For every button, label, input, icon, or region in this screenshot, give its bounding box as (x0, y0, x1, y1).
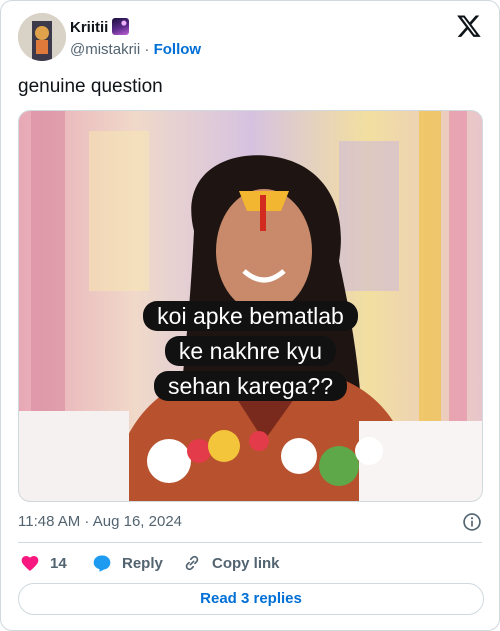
reply-label: Reply (122, 554, 163, 572)
action-bar: 14 Reply Copy link (18, 551, 484, 575)
handle[interactable]: @mistakrii (70, 41, 140, 58)
meme-caption-line: sehan karega?? (154, 371, 347, 401)
link-icon (185, 555, 199, 571)
avatar[interactable] (18, 13, 66, 61)
meme-caption-line: koi apke bematlab (143, 301, 358, 331)
tweet-card: Kriitii @mistakrii · Follow genuine ques… (0, 0, 500, 631)
tweet-header: Kriitii @mistakrii · Follow (18, 13, 482, 61)
display-name-text: Kriitii (70, 19, 109, 36)
x-logo-icon[interactable] (456, 13, 482, 39)
like-button[interactable]: 14 (20, 551, 67, 575)
display-name[interactable]: Kriitii (70, 18, 130, 37)
reply-bubble-icon (93, 555, 111, 572)
copy-link-label: Copy link (212, 554, 280, 572)
timestamp[interactable]: 11:48 AM · Aug 16, 2024 (18, 513, 182, 530)
read-replies-button[interactable]: Read 3 replies (18, 583, 484, 615)
heart-icon (21, 556, 39, 571)
copy-link-button[interactable]: Copy link (182, 551, 280, 575)
handle-row: @mistakrii · Follow (70, 41, 201, 59)
reply-button[interactable]: Reply (92, 551, 163, 575)
divider (18, 542, 482, 543)
tweet-image[interactable]: koi apke bematlab ke nakhre kyu sehan ka… (18, 110, 483, 502)
tweet-text: genuine question (18, 76, 163, 97)
follow-link[interactable]: Follow (154, 41, 202, 58)
separator-dot: · (144, 41, 150, 58)
meme-caption-line: ke nakhre kyu (164, 336, 337, 366)
like-count: 14 (50, 554, 67, 572)
meme-caption: koi apke bematlab ke nakhre kyu sehan ka… (19, 299, 482, 404)
timestamp-row: 11:48 AM · Aug 16, 2024 (18, 512, 484, 532)
info-icon[interactable] (462, 512, 482, 532)
milky-way-emoji-icon (112, 18, 130, 35)
